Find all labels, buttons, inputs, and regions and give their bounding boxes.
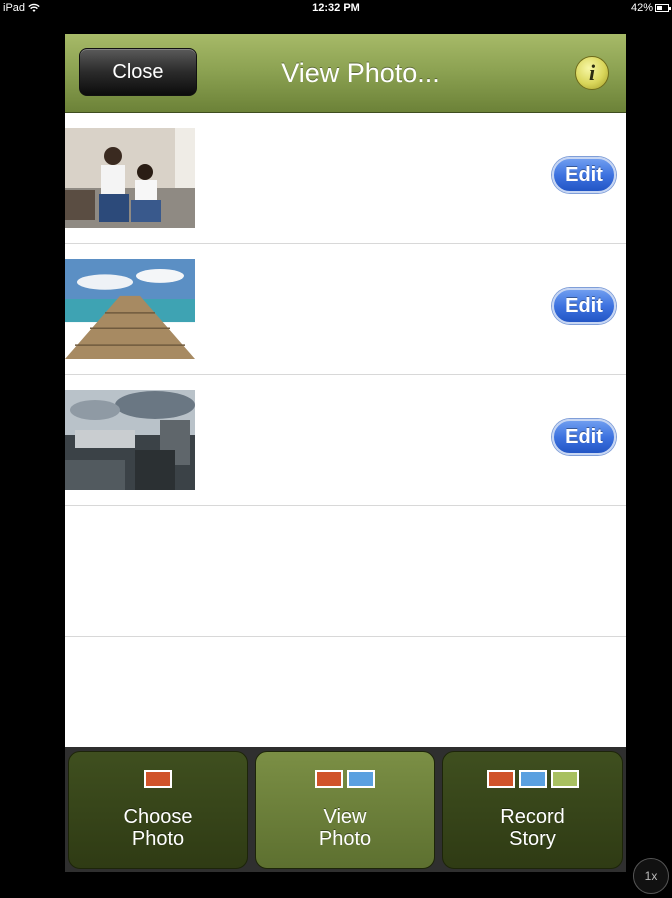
tab-label-line: Photo	[131, 828, 185, 850]
close-button[interactable]: Close	[79, 48, 197, 96]
battery-icon	[655, 4, 671, 12]
orange-swatch-icon	[315, 770, 343, 788]
empty-list-item	[65, 506, 626, 637]
list-item[interactable]: Edit	[65, 113, 626, 244]
orange-swatch-icon	[144, 770, 172, 788]
edit-button[interactable]: Edit	[552, 157, 616, 193]
page-title: View Photo...	[281, 58, 440, 88]
tab-choose-photo[interactable]: Choose Photo	[68, 751, 248, 869]
navigation-bar: Close View Photo... i	[65, 34, 626, 113]
tab-label: Record Story	[443, 806, 622, 850]
status-bar: iPad 12:32 PM 42%	[0, 0, 672, 18]
list-item[interactable]: Edit	[65, 375, 626, 506]
list-item[interactable]: Edit	[65, 244, 626, 375]
edit-button[interactable]: Edit	[552, 288, 616, 324]
info-icon[interactable]: i	[575, 56, 609, 90]
photo-list: Edit Edit Edit	[65, 113, 626, 768]
blue-swatch-icon	[518, 770, 547, 788]
edit-button[interactable]: Edit	[552, 419, 616, 455]
green-swatch-icon	[550, 770, 579, 788]
harbor-photo-thumbnail	[65, 390, 195, 490]
tab-label-line: Record	[500, 806, 565, 828]
tab-label: Choose Photo	[69, 806, 247, 850]
blue-swatch-icon	[347, 770, 375, 788]
orange-swatch-icon	[486, 770, 515, 788]
tab-icon-swatches	[256, 770, 434, 790]
tab-label-line: Story	[509, 828, 556, 850]
tab-bar: Choose Photo View Photo Record Story	[65, 747, 626, 872]
battery-percent: 42%	[630, 2, 653, 14]
pier-photo-thumbnail	[65, 259, 195, 359]
tab-label-line: View	[323, 806, 367, 828]
tab-icon-swatches	[69, 770, 247, 790]
status-time: 12:32 PM	[312, 2, 360, 14]
app-window: Close View Photo... i Edit Edit Edit Cho…	[65, 34, 626, 872]
family-photo-thumbnail	[65, 128, 195, 228]
tab-label: View Photo	[256, 806, 434, 850]
status-right: 42%	[630, 2, 671, 14]
zoom-badge[interactable]: 1x	[633, 858, 669, 894]
tab-icon-swatches	[443, 770, 622, 790]
tab-label-line: Photo	[318, 828, 372, 850]
tab-view-photo[interactable]: View Photo	[255, 751, 435, 869]
tab-record-story[interactable]: Record Story	[442, 751, 623, 869]
tab-label-line: Choose	[123, 806, 193, 828]
